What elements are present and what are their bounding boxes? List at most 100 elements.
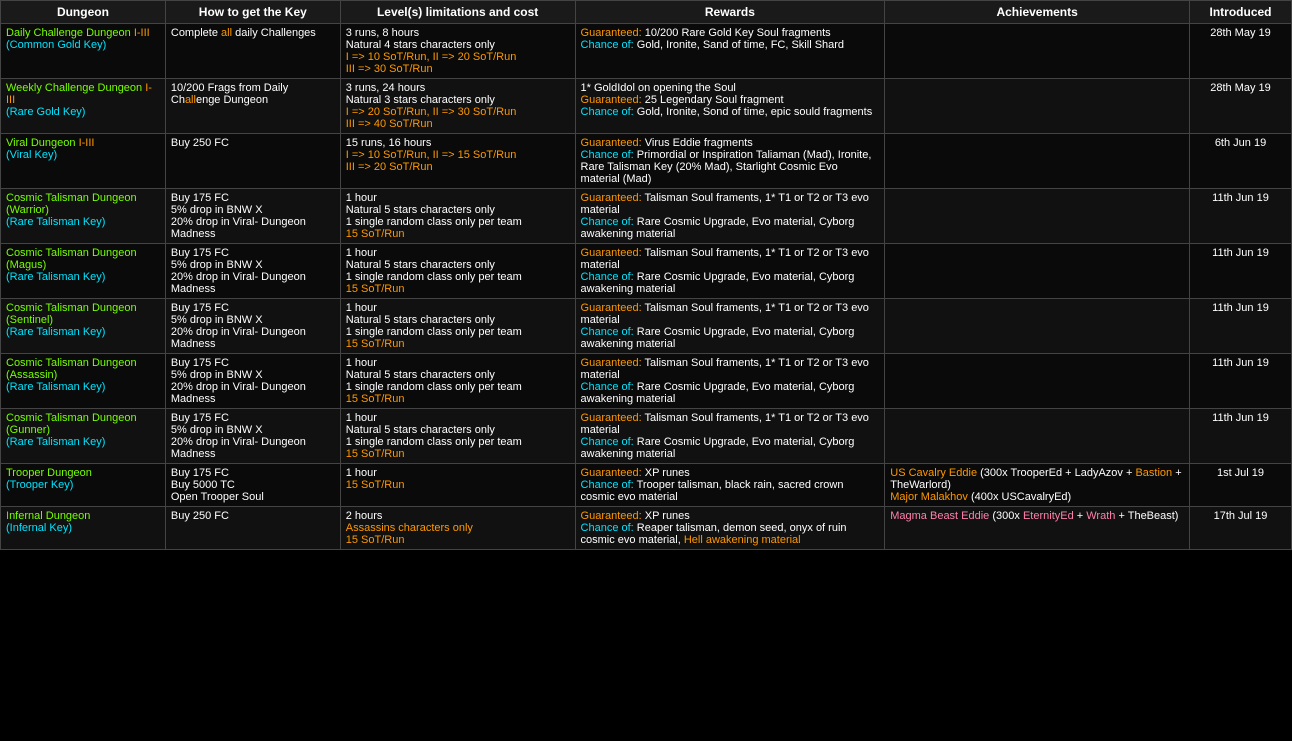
table-row: Viral Dungeon I-III(Viral Key)Buy 250 FC… [1, 134, 1292, 189]
level-line: 1 hour [346, 357, 570, 369]
header-rewards: Rewards [575, 1, 885, 24]
dungeon-cell: Cosmic Talisman Dungeon (Warrior)(Rare T… [1, 189, 166, 244]
reward-line: Guaranteed: Talisman Soul framents, 1* T… [581, 302, 880, 326]
table-row: Cosmic Talisman Dungeon (Magus)(Rare Tal… [1, 244, 1292, 299]
key-info-line: 10/200 Frags from Daily Challenge Dungeo… [171, 82, 335, 106]
level-line: 1 hour [346, 192, 570, 204]
dungeon-key: (Rare Gold Key) [6, 106, 160, 118]
key-info-line: Complete all daily Challenges [171, 27, 335, 39]
dungeon-name: Cosmic Talisman Dungeon (Assassin) [6, 357, 160, 381]
key-info-line: 5% drop in BNW X [171, 369, 335, 381]
level-cell: 1 hourNatural 5 stars characters only1 s… [340, 299, 575, 354]
introduced-cell: 11th Jun 19 [1190, 189, 1292, 244]
dungeon-key: (Rare Talisman Key) [6, 216, 160, 228]
level-line: 1 single random class only per team [346, 271, 570, 283]
achievements-cell: US Cavalry Eddie (300x TrooperEd + LadyA… [885, 464, 1190, 507]
level-line: 15 SoT/Run [346, 283, 570, 295]
level-line: 1 hour [346, 247, 570, 259]
table-row: Daily Challenge Dungeon I-III(Common Gol… [1, 24, 1292, 79]
key-info-line: Buy 175 FC [171, 302, 335, 314]
key-info-cell: Buy 175 FC5% drop in BNW X20% drop in Vi… [165, 354, 340, 409]
dungeon-cell: Viral Dungeon I-III(Viral Key) [1, 134, 166, 189]
key-info-line: 5% drop in BNW X [171, 259, 335, 271]
level-line: 1 single random class only per team [346, 436, 570, 448]
achievement-line: Major Malakhov (400x USCavalryEd) [890, 491, 1184, 503]
dungeon-name: Daily Challenge Dungeon I-III [6, 27, 160, 39]
header-achievements: Achievements [885, 1, 1190, 24]
reward-line: Guaranteed: Talisman Soul framents, 1* T… [581, 412, 880, 436]
level-cell: 3 runs, 8 hoursNatural 4 stars character… [340, 24, 575, 79]
level-cell: 3 runs, 24 hoursNatural 3 stars characte… [340, 79, 575, 134]
dungeon-cell: Infernal Dungeon(Infernal Key) [1, 507, 166, 550]
level-line: I => 10 SoT/Run, II => 15 SoT/Run [346, 149, 570, 161]
key-info-cell: Buy 175 FC5% drop in BNW X20% drop in Vi… [165, 409, 340, 464]
reward-line: Chance of: Rare Cosmic Upgrade, Evo mate… [581, 216, 880, 240]
level-line: III => 40 SoT/Run [346, 118, 570, 130]
dungeon-cell: Cosmic Talisman Dungeon (Magus)(Rare Tal… [1, 244, 166, 299]
table-row: Cosmic Talisman Dungeon (Gunner)(Rare Ta… [1, 409, 1292, 464]
dungeon-name: Viral Dungeon I-III [6, 137, 160, 149]
level-line: III => 20 SoT/Run [346, 161, 570, 173]
achievements-cell [885, 354, 1190, 409]
level-line: Natural 5 stars characters only [346, 259, 570, 271]
reward-line: Guaranteed: 25 Legendary Soul fragment [581, 94, 880, 106]
dungeon-cell: Cosmic Talisman Dungeon (Assassin)(Rare … [1, 354, 166, 409]
dungeon-key: (Rare Talisman Key) [6, 271, 160, 283]
key-info-line: Open Trooper Soul [171, 491, 335, 503]
introduced-cell: 11th Jun 19 [1190, 354, 1292, 409]
level-line: 3 runs, 24 hours [346, 82, 570, 94]
key-info-line: 5% drop in BNW X [171, 204, 335, 216]
dungeon-table: Dungeon How to get the Key Level(s) limi… [0, 0, 1292, 550]
dungeon-name: Weekly Challenge Dungeon I-III [6, 82, 160, 106]
level-line: Assassins characters only [346, 522, 570, 534]
introduced-cell: 17th Jul 19 [1190, 507, 1292, 550]
level-line: I => 10 SoT/Run, II => 20 SoT/Run [346, 51, 570, 63]
rewards-cell: Guaranteed: Talisman Soul framents, 1* T… [575, 409, 885, 464]
rewards-cell: 1* GoldIdol on opening the SoulGuarantee… [575, 79, 885, 134]
reward-line: Guaranteed: Talisman Soul framents, 1* T… [581, 247, 880, 271]
rewards-cell: Guaranteed: Talisman Soul framents, 1* T… [575, 189, 885, 244]
level-cell: 1 hourNatural 5 stars characters only1 s… [340, 354, 575, 409]
header-dungeon: Dungeon [1, 1, 166, 24]
level-cell: 15 runs, 16 hoursI => 10 SoT/Run, II => … [340, 134, 575, 189]
level-line: 15 SoT/Run [346, 534, 570, 546]
level-cell: 1 hourNatural 5 stars characters only1 s… [340, 244, 575, 299]
level-line: 1 hour [346, 412, 570, 424]
table-row: Cosmic Talisman Dungeon (Sentinel)(Rare … [1, 299, 1292, 354]
header-level: Level(s) limitations and cost [340, 1, 575, 24]
introduced-cell: 11th Jun 19 [1190, 299, 1292, 354]
key-info-cell: Buy 175 FC5% drop in BNW X20% drop in Vi… [165, 299, 340, 354]
key-info-cell: Buy 175 FCBuy 5000 TCOpen Trooper Soul [165, 464, 340, 507]
dungeon-cell: Daily Challenge Dungeon I-III(Common Gol… [1, 24, 166, 79]
rewards-cell: Guaranteed: Talisman Soul framents, 1* T… [575, 299, 885, 354]
reward-line: Chance of: Gold, Ironite, Sand of time, … [581, 39, 880, 51]
dungeon-key: (Common Gold Key) [6, 39, 160, 51]
achievements-cell [885, 134, 1190, 189]
level-line: 15 SoT/Run [346, 479, 570, 491]
key-info-line: 20% drop in Viral- Dungeon Madness [171, 326, 335, 350]
rewards-cell: Guaranteed: XP runesChance of: Trooper t… [575, 464, 885, 507]
achievements-cell: Magma Beast Eddie (300x EternityEd + Wra… [885, 507, 1190, 550]
reward-line: 1* GoldIdol on opening the Soul [581, 82, 880, 94]
dungeon-name: Cosmic Talisman Dungeon (Warrior) [6, 192, 160, 216]
level-line: 15 SoT/Run [346, 338, 570, 350]
key-info-line: Buy 175 FC [171, 467, 335, 479]
achievement-line: Magma Beast Eddie (300x EternityEd + Wra… [890, 510, 1184, 522]
dungeon-name: Cosmic Talisman Dungeon (Gunner) [6, 412, 160, 436]
key-info-line: Buy 250 FC [171, 510, 335, 522]
reward-line: Chance of: Rare Cosmic Upgrade, Evo mate… [581, 436, 880, 460]
level-cell: 1 hourNatural 5 stars characters only1 s… [340, 409, 575, 464]
level-line: Natural 3 stars characters only [346, 94, 570, 106]
reward-line: Guaranteed: XP runes [581, 467, 880, 479]
level-line: 15 runs, 16 hours [346, 137, 570, 149]
reward-line: Guaranteed: Talisman Soul framents, 1* T… [581, 192, 880, 216]
dungeon-cell: Cosmic Talisman Dungeon (Sentinel)(Rare … [1, 299, 166, 354]
key-info-line: Buy 5000 TC [171, 479, 335, 491]
table-row: Infernal Dungeon(Infernal Key) Buy 250 FC… [1, 507, 1292, 550]
achievements-cell [885, 24, 1190, 79]
dungeon-key: (Infernal Key) [6, 522, 160, 534]
level-line: 1 single random class only per team [346, 216, 570, 228]
level-line: 15 SoT/Run [346, 448, 570, 460]
reward-line: Chance of: Rare Cosmic Upgrade, Evo mate… [581, 326, 880, 350]
dungeon-name: Infernal Dungeon [6, 510, 160, 522]
